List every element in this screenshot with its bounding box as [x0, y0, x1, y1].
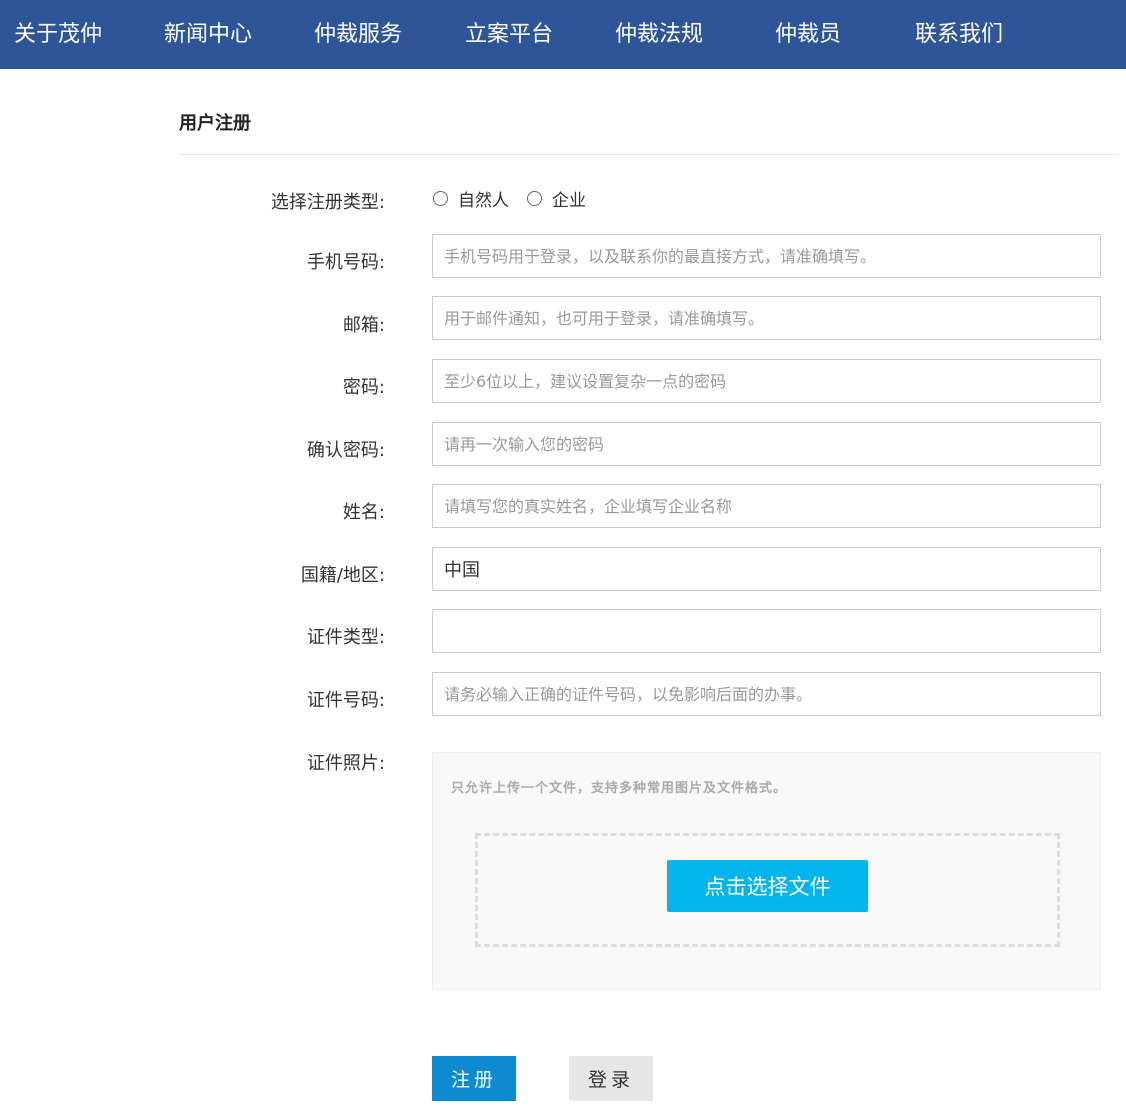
- nav-item-arbitration-services[interactable]: 仲裁服务: [314, 0, 402, 69]
- name-input[interactable]: [432, 484, 1101, 528]
- nav-item-news[interactable]: 新闻中心: [164, 0, 252, 69]
- password-label: 密码:: [342, 377, 385, 398]
- page-title: 用户注册: [179, 113, 251, 134]
- radio-enterprise[interactable]: 企业: [527, 186, 586, 211]
- phone-input[interactable]: [432, 234, 1101, 278]
- nationality-label: 国籍/地区:: [300, 565, 385, 586]
- reg-type-radio-group: 自然人 企业: [433, 186, 604, 211]
- nav-item-about[interactable]: 关于茂仲: [14, 0, 102, 69]
- choose-file-button[interactable]: 点击选择文件: [667, 860, 868, 912]
- id-type-label: 证件类型:: [306, 627, 385, 648]
- login-button[interactable]: 登录: [569, 1056, 653, 1101]
- nav-item-contact[interactable]: 联系我们: [915, 0, 1003, 69]
- confirm-password-label: 确认密码:: [306, 440, 385, 461]
- radio-circle-icon[interactable]: [433, 190, 448, 206]
- upload-hint: 只允许上传一个文件，支持多种常用图片及文件格式。: [451, 781, 788, 796]
- reg-type-label: 选择注册类型:: [270, 192, 385, 213]
- name-label: 姓名:: [342, 502, 385, 523]
- register-button[interactable]: 注册: [432, 1056, 516, 1101]
- phone-label: 手机号码:: [306, 252, 385, 273]
- upload-dropzone[interactable]: 点击选择文件: [475, 833, 1060, 947]
- email-input[interactable]: [432, 296, 1101, 340]
- top-navigation: 关于茂仲 新闻中心 仲裁服务 立案平台 仲裁法规 仲裁员 联系我们: [0, 0, 1126, 69]
- confirm-password-input[interactable]: [432, 422, 1101, 466]
- id-type-select[interactable]: [432, 609, 1101, 653]
- id-number-input[interactable]: [432, 672, 1101, 716]
- id-photo-label: 证件照片:: [306, 753, 385, 774]
- password-input[interactable]: [432, 359, 1101, 403]
- radio-circle-icon[interactable]: [527, 190, 542, 206]
- radio-natural-person-label: 自然人: [458, 190, 509, 211]
- radio-enterprise-label: 企业: [552, 190, 586, 211]
- nav-item-filing-platform[interactable]: 立案平台: [465, 0, 553, 69]
- radio-natural-person[interactable]: 自然人: [433, 186, 509, 211]
- title-divider: [179, 154, 1119, 155]
- nav-item-arbitrators[interactable]: 仲裁员: [775, 0, 841, 69]
- email-label: 邮箱:: [342, 315, 385, 336]
- id-number-label: 证件号码:: [306, 690, 385, 711]
- nav-item-regulations[interactable]: 仲裁法规: [615, 0, 703, 69]
- nationality-input[interactable]: [432, 547, 1101, 591]
- upload-panel: 只允许上传一个文件，支持多种常用图片及文件格式。 点击选择文件: [432, 752, 1101, 990]
